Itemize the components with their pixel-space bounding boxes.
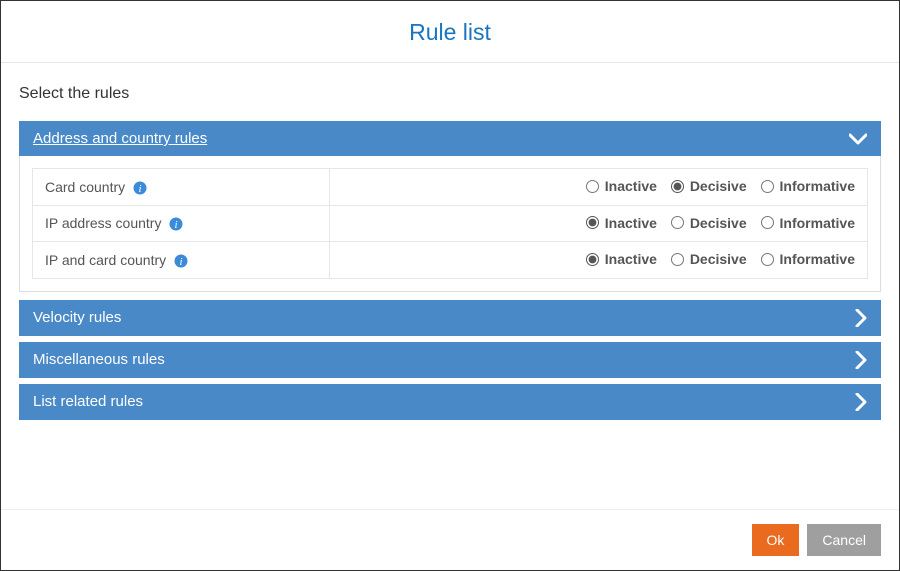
option-label: Inactive	[605, 178, 657, 194]
section-header-velocity[interactable]: Velocity rules	[19, 300, 881, 336]
radio-inactive[interactable]	[586, 253, 599, 266]
rule-row: IP address country i Inactive Decisive I…	[33, 205, 868, 242]
option-label: Inactive	[605, 215, 657, 231]
section-label: List related rules	[33, 393, 143, 410]
info-icon[interactable]: i	[169, 217, 183, 231]
option-label: Inactive	[605, 251, 657, 267]
chevron-right-icon	[855, 351, 867, 369]
option-decisive[interactable]: Decisive	[671, 215, 747, 231]
info-icon[interactable]: i	[174, 254, 188, 268]
content-area: Select the rules Address and country rul…	[1, 63, 899, 509]
radio-informative[interactable]	[761, 216, 774, 229]
radio-informative[interactable]	[761, 180, 774, 193]
footer: Ok Cancel	[1, 509, 899, 570]
option-decisive[interactable]: Decisive	[671, 251, 747, 267]
option-label: Informative	[780, 251, 855, 267]
rule-name: IP address country	[45, 215, 161, 231]
option-label: Decisive	[690, 215, 747, 231]
page-header: Rule list	[1, 1, 899, 63]
option-inactive[interactable]: Inactive	[586, 178, 657, 194]
radio-inactive[interactable]	[586, 180, 599, 193]
section-header-list[interactable]: List related rules	[19, 384, 881, 420]
option-label: Decisive	[690, 178, 747, 194]
svg-text:i: i	[139, 183, 142, 195]
rule-row: IP and card country i Inactive Decisive …	[33, 242, 868, 279]
option-informative[interactable]: Informative	[761, 178, 855, 194]
page-title: Rule list	[1, 19, 899, 46]
radio-informative[interactable]	[761, 253, 774, 266]
rule-options-cell: Inactive Decisive Informative	[330, 242, 868, 279]
rule-name-cell: Card country i	[33, 169, 330, 206]
section-panel-address: Card country i Inactive Decisive Informa…	[19, 156, 881, 292]
option-inactive[interactable]: Inactive	[586, 251, 657, 267]
rule-name: IP and card country	[45, 252, 166, 268]
chevron-down-icon	[849, 133, 867, 145]
section-label: Miscellaneous rules	[33, 351, 165, 368]
svg-text:i: i	[175, 219, 178, 231]
chevron-right-icon	[855, 309, 867, 327]
rule-options-cell: Inactive Decisive Informative	[330, 169, 868, 206]
option-label: Informative	[780, 215, 855, 231]
chevron-right-icon	[855, 393, 867, 411]
section-header-misc[interactable]: Miscellaneous rules	[19, 342, 881, 378]
option-informative[interactable]: Informative	[761, 215, 855, 231]
rules-table: Card country i Inactive Decisive Informa…	[32, 168, 868, 279]
radio-inactive[interactable]	[586, 216, 599, 229]
section-label: Velocity rules	[33, 309, 121, 326]
option-label: Informative	[780, 178, 855, 194]
rule-options-cell: Inactive Decisive Informative	[330, 205, 868, 242]
ok-button[interactable]: Ok	[752, 524, 800, 556]
content-subtitle: Select the rules	[19, 85, 881, 103]
radio-decisive[interactable]	[671, 216, 684, 229]
radio-decisive[interactable]	[671, 253, 684, 266]
rule-name: Card country	[45, 179, 125, 195]
section-header-address[interactable]: Address and country rules	[19, 121, 881, 156]
info-icon[interactable]: i	[133, 181, 147, 195]
option-informative[interactable]: Informative	[761, 251, 855, 267]
rule-row: Card country i Inactive Decisive Informa…	[33, 169, 868, 206]
option-inactive[interactable]: Inactive	[586, 215, 657, 231]
cancel-button[interactable]: Cancel	[807, 524, 881, 556]
rule-name-cell: IP and card country i	[33, 242, 330, 279]
section-label: Address and country rules	[33, 130, 207, 147]
rule-name-cell: IP address country i	[33, 205, 330, 242]
radio-decisive[interactable]	[671, 180, 684, 193]
option-label: Decisive	[690, 251, 747, 267]
option-decisive[interactable]: Decisive	[671, 178, 747, 194]
svg-text:i: i	[180, 256, 183, 268]
